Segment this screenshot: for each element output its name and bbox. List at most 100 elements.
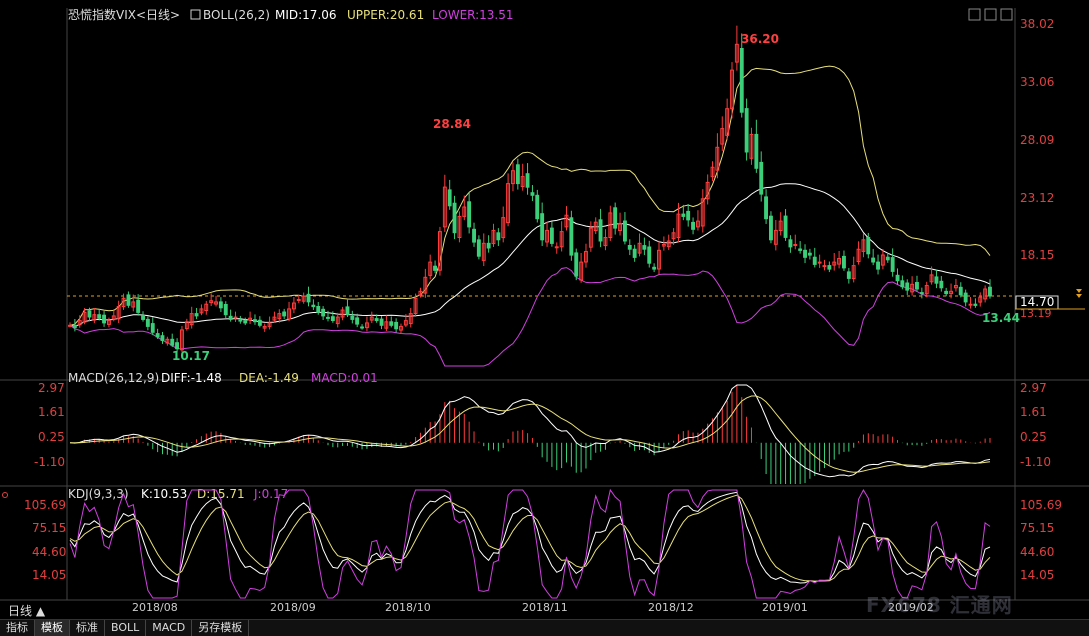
boll-upper-value: UPPER:20.61 <box>347 8 424 22</box>
candle-body <box>218 301 223 309</box>
tab-template[interactable]: 模板 <box>35 620 70 636</box>
candle-body <box>233 316 238 319</box>
candle-body <box>525 173 530 188</box>
window-controls <box>968 8 1013 21</box>
candle-body <box>175 342 180 350</box>
kdj-tick: 75.15 <box>1020 521 1054 535</box>
period-selector[interactable]: 日线 ▲ <box>8 602 45 619</box>
date-axis: 2018/08 2018/09 2018/10 2018/11 2018/12 … <box>132 601 934 614</box>
candle-body <box>652 266 657 270</box>
candle-body <box>803 249 807 258</box>
candle-body <box>963 292 968 303</box>
candle-body <box>793 244 798 246</box>
candle-body <box>764 196 768 220</box>
candle-body <box>316 306 321 313</box>
candle-body <box>238 319 243 322</box>
candle-body <box>72 324 77 329</box>
candle-body <box>326 316 330 319</box>
low-annotation: 10.17 <box>172 349 210 363</box>
kdj-tick: 44.60 <box>1020 545 1054 559</box>
candle-body <box>842 255 846 269</box>
chart-type-icon[interactable] <box>968 8 981 21</box>
date-tick: 2018/08 <box>132 601 178 614</box>
candlesticks <box>68 25 992 353</box>
tab-boll[interactable]: BOLL <box>105 620 147 636</box>
boll-indicator-name: BOLL(26,2) <box>203 8 270 22</box>
main-header: 恐慌指数VIX<日线> BOLL(26,2) MID:17.06 UPPER:2… <box>68 7 514 22</box>
macd-diff-line <box>69 384 991 478</box>
candle-body <box>486 242 491 249</box>
candle-body <box>257 319 262 326</box>
candle-body <box>788 239 793 248</box>
candle-body <box>973 303 978 306</box>
candle-body <box>253 319 257 323</box>
candle-body <box>569 217 574 256</box>
kdj-tick: 14.05 <box>1020 568 1054 582</box>
candle-body <box>623 220 627 242</box>
macd-name: MACD(26,12,9) <box>68 371 159 385</box>
tab-indicator[interactable]: 指标 <box>0 620 35 636</box>
price-tick: 33.06 <box>1020 75 1054 89</box>
kdj-tick: 14.05 <box>32 568 66 582</box>
candle-body <box>944 290 949 295</box>
macd-tick: 1.61 <box>38 405 65 419</box>
boll-upper-line <box>69 65 991 326</box>
macd-tick: 0.25 <box>1020 430 1047 444</box>
candle-body <box>467 201 472 228</box>
price-tick: 38.02 <box>1020 17 1054 31</box>
macd-axis-left: 2.97 1.61 0.25 -1.10 <box>34 381 65 469</box>
high-annotation: 28.84 <box>433 117 471 131</box>
candle-body <box>379 318 384 326</box>
candle-body <box>632 248 637 258</box>
candle-body <box>744 108 749 153</box>
candle-body <box>900 280 905 288</box>
restore-icon[interactable] <box>984 8 997 21</box>
boll-lower-value: LOWER:13.51 <box>432 8 514 22</box>
scroll-down-icon[interactable] <box>1076 289 1082 298</box>
macd-dea-line <box>70 395 991 473</box>
candle-body <box>769 215 773 241</box>
candle-body <box>145 318 150 327</box>
candle-body <box>535 194 540 220</box>
kdj-tick: 105.69 <box>24 498 66 512</box>
candle-body <box>866 237 871 255</box>
candle-body <box>155 333 160 338</box>
candle-body <box>846 271 851 279</box>
boll-toggle-icon[interactable] <box>190 9 201 20</box>
candle-body <box>574 252 579 277</box>
low-annotation: 13.44 <box>982 311 1020 325</box>
candle-body <box>968 303 973 306</box>
candle-body <box>311 304 316 308</box>
tab-macd[interactable]: MACD <box>146 620 193 636</box>
close-panel-icon[interactable] <box>1000 8 1013 21</box>
candle-body <box>807 252 812 256</box>
kdj-tick: 44.60 <box>32 545 66 559</box>
tab-save-template[interactable]: 另存模板 <box>192 620 250 636</box>
candle-body <box>530 192 535 196</box>
kdj-settings-icon[interactable] <box>2 492 8 498</box>
indicator-tab-bar: 指标 模板 标准 BOLL MACD 另存模板 <box>0 619 1089 636</box>
candle-body <box>817 261 822 264</box>
candle-body <box>798 248 803 251</box>
candle-body <box>934 276 939 284</box>
macd-tick: 0.25 <box>38 430 65 444</box>
tab-standard[interactable]: 标准 <box>70 620 105 636</box>
candle-body <box>296 299 301 301</box>
chart-canvas: 恐慌指数VIX<日线> BOLL(26,2) MID:17.06 UPPER:2… <box>0 7 1089 614</box>
candle-body <box>68 324 72 327</box>
candle-body <box>681 213 686 217</box>
kdj-j-line <box>69 488 991 599</box>
kdj-j-value: J:0.17 <box>253 487 288 501</box>
kdj-tick: 105.69 <box>1020 498 1062 512</box>
macd-tick: 1.61 <box>1020 405 1047 419</box>
candle-body <box>598 219 603 242</box>
candle-body <box>355 317 360 325</box>
date-tick: 2018/09 <box>270 601 316 614</box>
panel-frames <box>0 8 1089 601</box>
candle-body <box>988 286 992 297</box>
candle-body <box>895 274 900 282</box>
macd-dea-value: DEA:-1.49 <box>239 371 299 385</box>
macd-tick: -1.10 <box>1020 455 1051 469</box>
candle-body <box>141 315 146 320</box>
candle-body <box>223 304 228 316</box>
